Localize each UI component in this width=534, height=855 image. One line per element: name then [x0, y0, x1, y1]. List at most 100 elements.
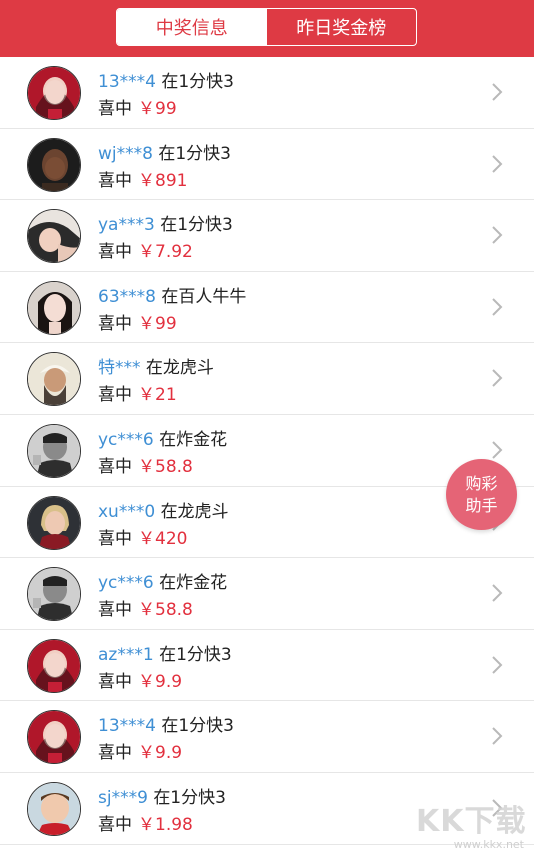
username: az***1 — [98, 644, 154, 665]
username: sj***9 — [98, 787, 148, 808]
chevron-right-icon — [490, 367, 504, 389]
list-item[interactable]: az***1 在1分快3 喜中 ￥9.9 — [0, 629, 534, 702]
lottery-assistant-button[interactable]: 购彩 助手 — [446, 459, 517, 530]
list-item[interactable]: ya***3 在1分快3 喜中 ￥7.92 — [0, 200, 534, 272]
tab-winning-info[interactable]: 中奖信息 — [117, 9, 267, 45]
prize-line: 喜中 ￥1.98 — [98, 810, 193, 835]
prize-amount: ￥1.98 — [138, 814, 193, 835]
top-header: 中奖信息 昨日奖金榜 — [0, 0, 534, 57]
prize-prefix: 喜中 — [98, 170, 132, 191]
winner-info-line: 特*** 在龙虎斗 — [98, 353, 214, 378]
winner-info-line: 13***4 在1分快3 — [98, 711, 234, 736]
prize-line: 喜中 ￥21 — [98, 380, 177, 405]
prize-prefix: 喜中 — [98, 528, 132, 549]
prize-amount: ￥99 — [138, 99, 177, 119]
game-name: 在1分快3 — [160, 215, 233, 236]
list-item[interactable]: yc***6 在炸金花喜中 ￥58.8 — [0, 558, 534, 630]
game-name: 在百人牛牛 — [161, 286, 247, 307]
winner-info-line: az***1 在1分快3 — [98, 640, 232, 665]
game-name: 在炸金花 — [159, 429, 228, 450]
username: 13***4 — [98, 716, 156, 737]
username: xu***0 — [98, 501, 156, 522]
prize-amount: ￥420 — [138, 528, 188, 549]
avatar-man-bw-icon — [27, 423, 81, 478]
prize-prefix: 喜中 — [98, 313, 132, 334]
prize-amount: ￥7.92 — [138, 242, 193, 263]
game-name: 在1分快3 — [158, 143, 231, 164]
avatar-woman-pose-icon — [27, 209, 81, 264]
prize-line: 喜中 ￥9.9 — [98, 738, 182, 763]
prize-line: 喜中 ￥7.92 — [98, 237, 193, 262]
watermark-brand: KK下载 — [416, 804, 527, 839]
prize-amount: ￥891 — [138, 170, 188, 191]
avatar-woman-red-icon — [27, 710, 81, 765]
username: wj***8 — [98, 143, 153, 164]
game-name: 在1分快3 — [161, 72, 234, 92]
chevron-right-icon — [490, 654, 504, 676]
game-name: 在炸金花 — [159, 573, 228, 594]
username: 13***4 — [98, 72, 156, 92]
winner-info-line: wj***8 在1分快3 — [98, 139, 231, 164]
winner-info-line: yc***6 在炸金花 — [98, 425, 227, 450]
game-name: 在1分快3 — [161, 716, 234, 737]
prize-line: 喜中 ￥891 — [98, 166, 187, 191]
prize-line: 喜中 ￥58.8 — [98, 452, 193, 477]
game-name: 在1分快3 — [153, 787, 226, 808]
chevron-right-icon — [490, 439, 504, 461]
prize-line: 喜中 ￥58.8 — [98, 595, 193, 620]
prize-prefix: 喜中 — [98, 99, 132, 119]
list-item[interactable]: 13***4 在1分快3 喜中 ￥9.9 — [0, 701, 534, 773]
prize-amount: ￥9.9 — [138, 671, 183, 692]
prize-amount: ￥21 — [138, 385, 177, 406]
prize-prefix: 喜中 — [98, 814, 132, 835]
username: yc***6 — [98, 429, 154, 450]
fab-label-line1: 购彩 — [465, 473, 498, 493]
list-item[interactable]: 63***8 在百人牛牛 喜中 ￥99 — [0, 271, 534, 344]
chevron-right-icon — [490, 224, 504, 246]
prize-line: 喜中 ￥99 — [98, 94, 177, 119]
list-item[interactable]: 13***4 在1分快3 喜中 ￥99 — [0, 57, 534, 129]
winners-list: 13***4 在1分快3 喜中 ￥99 wj***8 在1分快3 喜中 ￥891 ya***… — [0, 57, 534, 845]
game-name: 在龙虎斗 — [145, 358, 214, 379]
prize-line: 喜中 ￥420 — [98, 524, 187, 549]
winner-info-line: sj***9 在1分快3 — [98, 783, 226, 808]
prize-amount: ￥9.9 — [138, 743, 183, 764]
game-name: 在1分快3 — [159, 644, 232, 665]
chevron-right-icon — [490, 153, 504, 175]
prize-amount: ￥58.8 — [138, 456, 193, 477]
chevron-right-icon — [490, 582, 504, 604]
winner-info-line: yc***6 在炸金花 — [98, 568, 227, 593]
prize-amount: ￥58.8 — [138, 600, 193, 621]
prize-prefix: 喜中 — [98, 385, 132, 406]
fab-label-line2: 助手 — [465, 495, 498, 515]
prize-prefix: 喜中 — [98, 743, 132, 764]
winner-info-line: ya***3 在1分快3 — [98, 210, 233, 235]
prize-prefix: 喜中 — [98, 242, 132, 263]
username: yc***6 — [98, 573, 154, 594]
prize-prefix: 喜中 — [98, 600, 132, 621]
tab-yesterday-ranking[interactable]: 昨日奖金榜 — [267, 9, 417, 45]
prize-amount: ￥99 — [138, 313, 177, 334]
avatar-woman-red-icon — [27, 66, 81, 120]
avatar-man-turban-icon — [27, 352, 81, 407]
prize-line: 喜中 ￥9.9 — [98, 667, 182, 692]
winner-info-line: xu***0 在龙虎斗 — [98, 497, 229, 522]
winner-info-line: 13***4 在1分快3 — [98, 67, 234, 92]
prize-prefix: 喜中 — [98, 671, 132, 692]
prize-line: 喜中 ￥99 — [98, 309, 177, 334]
avatar-woman-blonde-icon — [27, 495, 81, 550]
chevron-right-icon — [490, 296, 504, 318]
chevron-right-icon — [490, 725, 504, 747]
avatar-man-bw-icon — [27, 567, 81, 622]
game-name: 在龙虎斗 — [160, 501, 229, 522]
list-item[interactable]: wj***8 在1分快3 喜中 ￥891 — [0, 128, 534, 201]
chevron-right-icon — [490, 81, 504, 103]
prize-prefix: 喜中 — [98, 456, 132, 477]
avatar-man-dark-icon — [27, 137, 81, 192]
username: ya***3 — [98, 215, 155, 236]
list-item[interactable]: 特*** 在龙虎斗 喜中 ￥21 — [0, 343, 534, 415]
watermark-url: www.kkx.net — [453, 838, 524, 851]
avatar-woman-portrait-icon — [27, 280, 81, 335]
watermark-logo: KK下载 www.kkx.net — [412, 796, 530, 854]
username: 特*** — [98, 358, 141, 379]
